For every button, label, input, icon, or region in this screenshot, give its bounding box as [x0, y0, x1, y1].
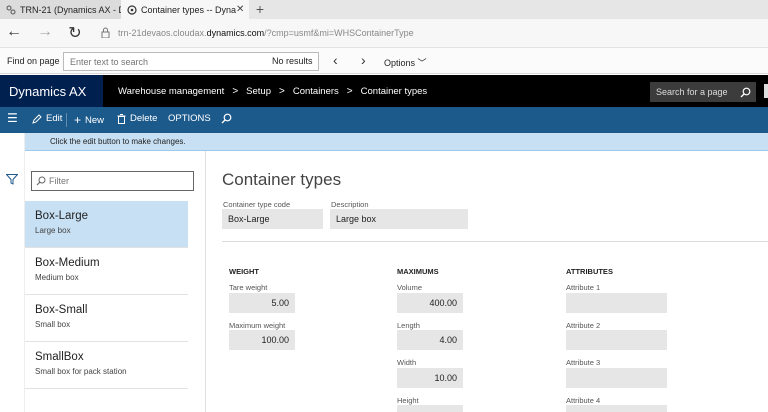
- filter-icon[interactable]: [6, 174, 18, 185]
- chevron-right-icon: >: [346, 86, 353, 97]
- search-icon: [36, 176, 46, 186]
- dynamics-tab-icon: [6, 5, 16, 14]
- plus-icon: +: [74, 113, 82, 127]
- chevron-right-icon: >: [232, 86, 239, 97]
- list-item-subtitle: Large box: [35, 226, 71, 235]
- list-item-title: Box-Small: [35, 304, 88, 316]
- lock-icon: [101, 27, 110, 38]
- delete-label: Delete: [130, 113, 158, 124]
- search-icon: [740, 87, 751, 97]
- page-search-placeholder: Search for a page: [656, 87, 728, 97]
- width-field[interactable]: 10.00: [397, 368, 463, 388]
- find-label: Find on page: [7, 56, 60, 66]
- edit-button[interactable]: Edit: [32, 113, 62, 124]
- section-divider: [222, 241, 768, 242]
- find-prev-icon[interactable]: ‹: [333, 52, 338, 68]
- forward-icon[interactable]: →: [36, 23, 54, 41]
- weight-heading: WEIGHT: [229, 267, 259, 276]
- code-field[interactable]: Box-Large: [222, 209, 323, 229]
- tare-weight-label: Tare weight: [229, 283, 268, 292]
- brand-logo[interactable]: Dynamics AX: [0, 75, 103, 107]
- breadcrumb-item[interactable]: Setup: [246, 86, 271, 97]
- action-separator: [66, 113, 67, 127]
- browser-tab-trn21[interactable]: TRN-21 (Dynamics AX - Dev: [0, 0, 121, 19]
- edit-label: Edit: [46, 113, 63, 124]
- list-item-title: Box-Medium: [35, 257, 100, 269]
- find-results: No results: [272, 56, 313, 66]
- maximums-heading: MAXIMUMS: [397, 267, 439, 276]
- chevron-down-icon: ﹀: [417, 58, 427, 68]
- list-item-subtitle: Small box for pack station: [35, 367, 127, 376]
- list-item[interactable]: SmallBox Small box for pack station: [25, 342, 188, 389]
- list-item-subtitle: Small box: [35, 320, 71, 329]
- search-icon: [221, 113, 232, 124]
- back-icon[interactable]: ←: [5, 23, 23, 41]
- find-next-icon[interactable]: ›: [361, 52, 366, 68]
- volume-label: Volume: [397, 283, 423, 292]
- attribute-4-field[interactable]: [566, 405, 667, 412]
- length-label: Length: [397, 321, 420, 330]
- length-field[interactable]: 4.00: [397, 330, 463, 350]
- attribute-1-field[interactable]: [566, 293, 667, 313]
- url-text[interactable]: trn-21devaos.cloudax.dynamics.com/?cmp=u…: [118, 28, 414, 38]
- list-item-title: Box-Large: [35, 210, 89, 222]
- list-item[interactable]: Box-Small Small box: [25, 295, 188, 342]
- breadcrumb-item[interactable]: Containers: [293, 86, 339, 97]
- new-button[interactable]: + New: [74, 113, 104, 127]
- attribute-2-label: Attribute 2: [566, 321, 601, 330]
- filter-input[interactable]: [31, 171, 194, 191]
- message-text: Click the edit button to make changes.: [50, 137, 186, 146]
- action-pane: [0, 107, 768, 133]
- code-label: Container type code: [223, 200, 291, 209]
- height-field[interactable]: [397, 405, 463, 412]
- new-label: New: [85, 114, 105, 126]
- browser-tab-label: Container types -- Dyna: [141, 4, 237, 15]
- url-suffix: /?cmp=usmf&mi=WHSContainerType: [264, 28, 414, 38]
- list-item[interactable]: Box-Medium Medium box: [25, 248, 188, 295]
- tare-weight-field[interactable]: 5.00: [229, 293, 295, 313]
- breadcrumb-item[interactable]: Warehouse management: [118, 86, 224, 97]
- action-search-icon[interactable]: [221, 113, 232, 124]
- list-item-title: SmallBox: [35, 351, 84, 363]
- max-weight-label: Maximum weight: [229, 321, 286, 330]
- attributes-heading: ATTRIBUTES: [566, 267, 613, 276]
- refresh-icon[interactable]: ↻: [66, 23, 84, 43]
- description-field[interactable]: Large box: [330, 209, 468, 229]
- hamburger-menu-icon[interactable]: ☰: [7, 111, 18, 125]
- attribute-2-field[interactable]: [566, 330, 667, 350]
- page-title: Container types: [222, 170, 342, 189]
- attribute-3-field[interactable]: [566, 368, 667, 388]
- url-domain: dynamics.com: [206, 28, 265, 38]
- width-label: Width: [397, 358, 417, 367]
- breadcrumb-item[interactable]: Container types: [361, 86, 428, 97]
- browser-tab-container-types[interactable]: Container types -- Dyna ✕: [121, 0, 249, 19]
- list-item[interactable]: Box-Large Large box: [25, 201, 188, 248]
- page-search-box[interactable]: Search for a page: [650, 82, 756, 102]
- navbar-overflow: [764, 84, 768, 98]
- find-options-button[interactable]: Options ﹀: [384, 56, 427, 69]
- volume-field[interactable]: 400.00: [397, 293, 463, 313]
- options-button[interactable]: OPTIONS: [168, 113, 211, 124]
- url-prefix: trn-21devaos.cloudax.: [118, 28, 207, 38]
- breadcrumb: Warehouse management > Setup > Container…: [118, 86, 427, 97]
- max-weight-field[interactable]: 100.00: [229, 330, 295, 350]
- pencil-icon: [32, 113, 42, 124]
- new-tab-icon[interactable]: +: [253, 1, 267, 17]
- description-label: Description: [331, 200, 369, 209]
- dynamics-tab-icon: [127, 4, 137, 15]
- browser-tab-label: TRN-21 (Dynamics AX - Dev: [20, 4, 121, 15]
- height-label: Height: [397, 396, 419, 405]
- list-item-subtitle: Medium box: [35, 273, 79, 282]
- attribute-4-label: Attribute 4: [566, 396, 601, 405]
- attribute-3-label: Attribute 3: [566, 358, 601, 367]
- find-options-label: Options: [384, 58, 416, 68]
- close-tab-icon[interactable]: ✕: [236, 4, 244, 15]
- attribute-1-label: Attribute 1: [566, 283, 601, 292]
- chevron-right-icon: >: [279, 86, 285, 97]
- trash-icon: [117, 113, 126, 124]
- delete-button[interactable]: Delete: [117, 113, 157, 124]
